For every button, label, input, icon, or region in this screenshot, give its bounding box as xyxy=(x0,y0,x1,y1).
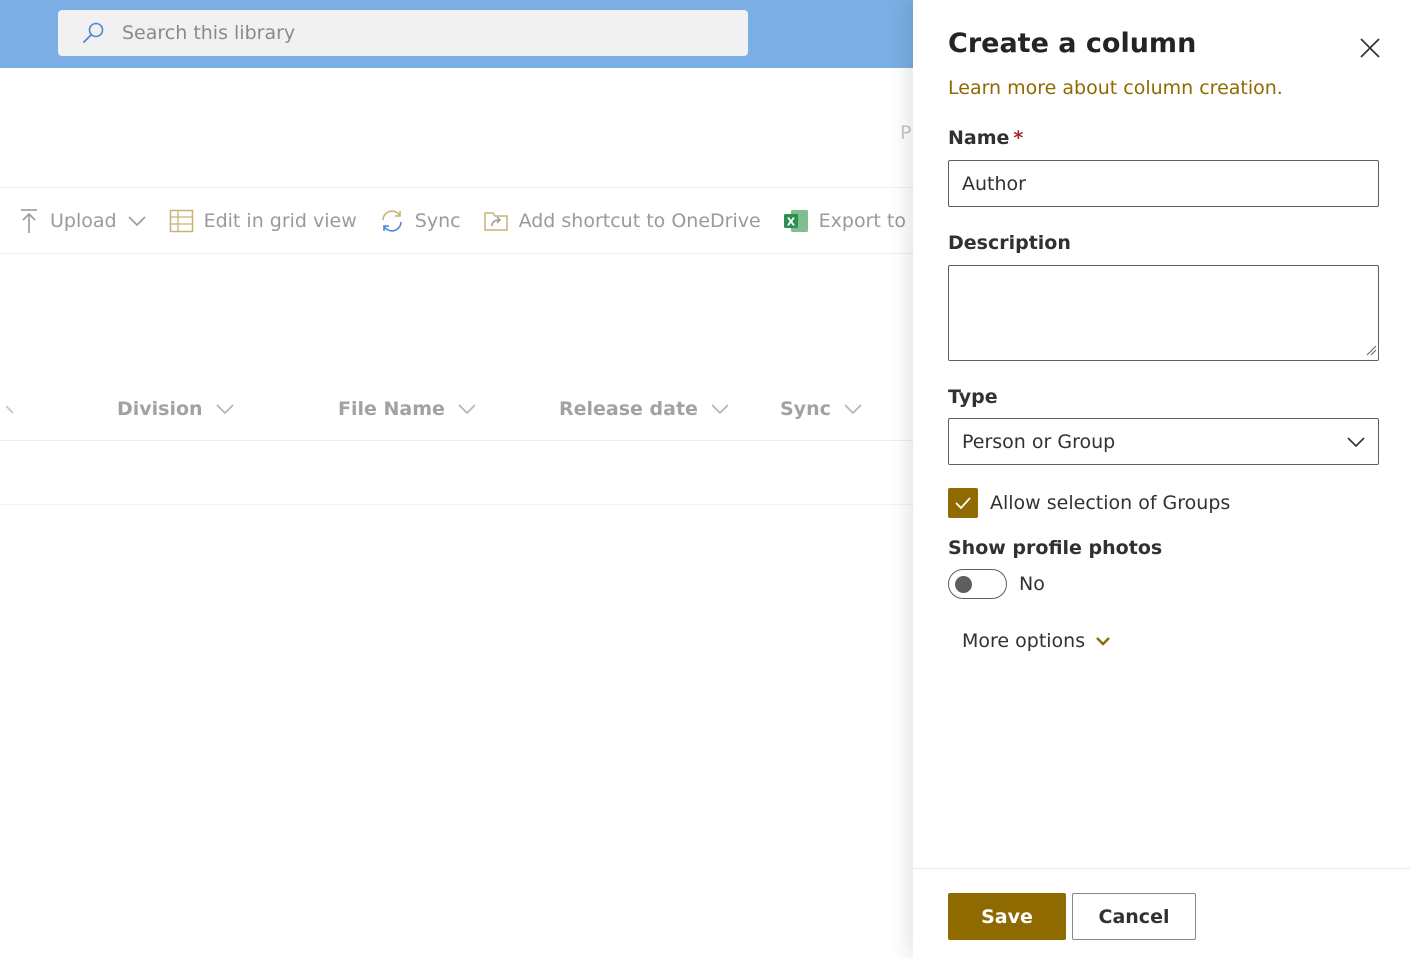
type-selected-value: Person or Group xyxy=(962,430,1116,453)
cancel-button[interactable]: Cancel xyxy=(1072,893,1196,940)
name-input[interactable] xyxy=(948,160,1379,207)
svg-text:X: X xyxy=(786,215,795,228)
chevron-down-icon xyxy=(1347,436,1365,447)
upload-label: Upload xyxy=(50,209,117,232)
search-box[interactable] xyxy=(58,10,748,56)
column-header-division[interactable]: Division xyxy=(117,398,235,420)
column-header-partial-chevron[interactable] xyxy=(0,403,22,415)
chevron-down-icon xyxy=(844,404,862,415)
add-shortcut-button[interactable]: Add shortcut to OneDrive xyxy=(483,209,761,233)
export-label: Export to CS xyxy=(818,209,913,232)
checkmark-icon xyxy=(955,497,971,510)
document-library-background: P Upload Edit i xyxy=(0,0,913,958)
learn-more-link[interactable]: Learn more about column creation. xyxy=(948,77,1283,99)
column-header-label: Division xyxy=(117,398,203,420)
edit-grid-view-button[interactable]: Edit in grid view xyxy=(169,209,357,233)
close-button[interactable] xyxy=(1353,34,1387,62)
upload-button[interactable]: Upload xyxy=(18,208,147,234)
more-options-button[interactable]: More options xyxy=(962,630,1111,652)
sync-label: Sync xyxy=(414,209,461,232)
column-header-label: File Name xyxy=(338,398,445,420)
panel-title: Create a column xyxy=(948,28,1197,59)
chevron-down-icon xyxy=(1096,637,1110,646)
chevron-down-icon xyxy=(458,404,476,415)
profile-photos-toggle-row: No xyxy=(948,569,1045,599)
sync-button[interactable]: Sync xyxy=(379,208,461,234)
resize-grip-icon[interactable] xyxy=(1365,344,1377,356)
suite-header xyxy=(0,0,913,68)
save-button[interactable]: Save xyxy=(948,893,1066,940)
chevron-down-icon xyxy=(128,215,146,226)
sync-icon xyxy=(381,209,402,232)
chevron-down-icon xyxy=(711,404,729,415)
row-divider xyxy=(0,504,913,505)
command-bar: Upload Edit in grid view Sync Add shortc… xyxy=(0,187,913,254)
allow-groups-label: Allow selection of Groups xyxy=(990,492,1231,514)
shortcut-icon xyxy=(483,211,508,231)
column-header-sync[interactable]: Sync xyxy=(780,398,863,420)
allow-groups-checkbox[interactable] xyxy=(948,488,978,518)
column-headers: Division File Name Release date Sync xyxy=(0,378,913,441)
search-input[interactable] xyxy=(122,22,682,44)
column-header-file-name[interactable]: File Name xyxy=(338,398,477,420)
type-label: Type xyxy=(948,386,998,408)
grid-icon xyxy=(169,209,193,232)
toggle-knob xyxy=(955,576,972,593)
add-shortcut-label: Add shortcut to OneDrive xyxy=(518,209,761,232)
allow-groups-checkbox-row[interactable]: Allow selection of Groups xyxy=(948,488,1230,518)
close-icon xyxy=(1360,38,1380,58)
upload-icon xyxy=(21,208,37,233)
chevron-down-icon xyxy=(216,404,234,415)
description-label: Description xyxy=(948,232,1071,254)
name-label-text: Name xyxy=(948,127,1010,149)
header-partial-text: P xyxy=(900,122,912,144)
profile-photos-toggle[interactable] xyxy=(948,569,1007,599)
description-textarea[interactable] xyxy=(948,265,1379,361)
export-csv-button[interactable]: X Export to CS xyxy=(783,209,913,233)
profile-photos-state: No xyxy=(1019,573,1045,595)
more-options-label: More options xyxy=(962,630,1086,652)
edit-grid-label: Edit in grid view xyxy=(203,209,357,232)
chevron-down-icon xyxy=(6,405,14,414)
type-dropdown[interactable]: Person or Group xyxy=(948,418,1379,465)
column-header-release-date[interactable]: Release date xyxy=(559,398,730,420)
create-column-panel: Create a column Learn more about column … xyxy=(913,0,1410,958)
column-header-label: Release date xyxy=(559,398,698,420)
search-icon xyxy=(80,20,106,46)
name-label: Name * xyxy=(948,127,1023,149)
profile-photos-label: Show profile photos xyxy=(948,537,1163,559)
footer-divider xyxy=(913,868,1410,869)
app-window: P Upload Edit i xyxy=(0,0,1410,958)
column-header-label: Sync xyxy=(780,398,831,420)
excel-icon: X xyxy=(783,209,808,232)
required-indicator: * xyxy=(1013,127,1024,149)
